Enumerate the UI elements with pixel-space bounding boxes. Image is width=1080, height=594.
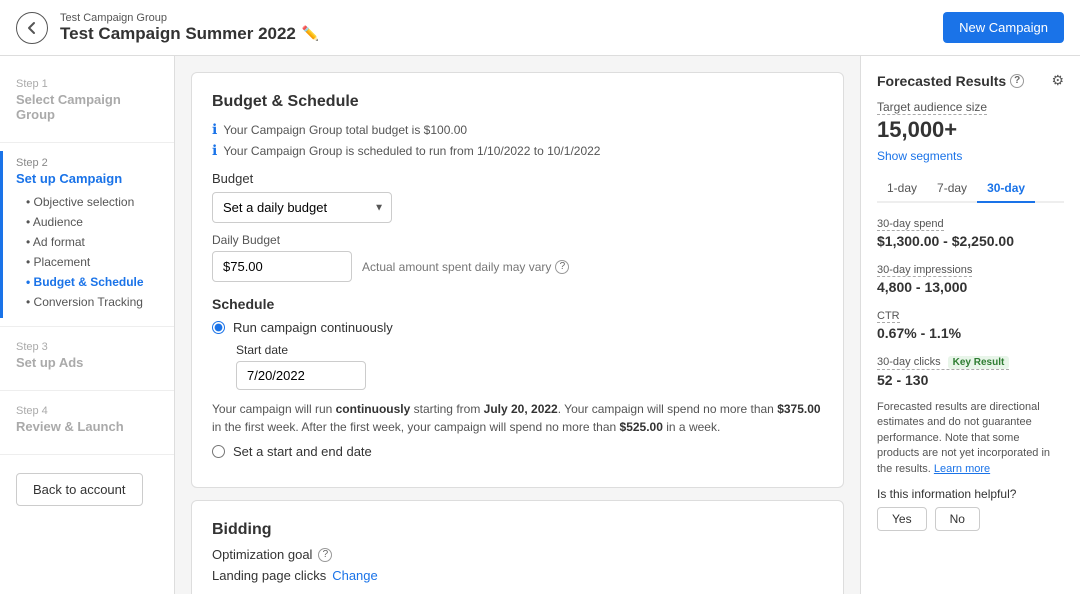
run-continuously-label[interactable]: Run campaign continuously [233, 320, 393, 335]
sidebar-item-placement[interactable]: Placement [26, 252, 158, 272]
helpful-label: Is this information helpful? [877, 487, 1064, 501]
set-start-end-radio[interactable] [212, 445, 225, 458]
daily-budget-note: Actual amount spent daily may vary ? [362, 260, 569, 274]
set-start-end-row: Set a start and end date [212, 444, 823, 459]
forecast-title: Forecasted Results ? [877, 73, 1024, 89]
budget-schedule-card: Budget & Schedule ℹ Your Campaign Group … [191, 72, 844, 488]
budget-select-wrapper: Set a daily budget ▼ [212, 192, 392, 223]
forecast-note: Forecasted results are directional estim… [877, 400, 1064, 477]
forecast-clicks-row: 30-day clicks Key Result 52 - 130 [877, 353, 1064, 388]
info-icon-1: ℹ [212, 121, 217, 138]
forecast-help-icon[interactable]: ? [1010, 74, 1024, 88]
tab-1day[interactable]: 1-day [877, 175, 927, 203]
campaign-group-name: Test Campaign Group [60, 12, 943, 24]
top-nav: Test Campaign Group Test Campaign Summer… [0, 0, 1080, 56]
back-button[interactable] [16, 12, 48, 44]
sidebar-step1: Step 1 Select Campaign Group [0, 72, 174, 134]
run-continuously-row: Run campaign continuously [212, 320, 823, 335]
budget-field-label: Budget [212, 171, 823, 186]
tab-7day[interactable]: 7-day [927, 175, 977, 203]
optimization-help-icon[interactable]: ? [318, 548, 332, 562]
no-button[interactable]: No [935, 507, 980, 531]
sidebar-item-conversion[interactable]: Conversion Tracking [26, 292, 158, 312]
forecast-impressions-label: 30-day impressions [877, 264, 972, 277]
yes-button[interactable]: Yes [877, 507, 927, 531]
run-continuously-radio-group: Run campaign continuously Start date [212, 320, 823, 390]
learn-more-link[interactable]: Learn more [934, 463, 990, 475]
schedule-title: Schedule [212, 296, 823, 312]
campaign-run-info: Your campaign will run continuously star… [212, 400, 823, 436]
forecast-impressions-row: 30-day impressions 4,800 - 13,000 [877, 261, 1064, 295]
daily-budget-input[interactable] [212, 251, 352, 282]
forecast-impressions-value: 4,800 - 13,000 [877, 279, 1064, 295]
main-layout: Step 1 Select Campaign Group Step 2 Set … [0, 56, 1080, 594]
nav-titles: Test Campaign Group Test Campaign Summer… [60, 12, 943, 44]
forecast-clicks-value: 52 - 130 [877, 372, 1064, 388]
target-audience-value: 15,000+ [877, 117, 1064, 143]
budget-schedule-title: Budget & Schedule [212, 93, 823, 111]
sidebar-item-budget[interactable]: Budget & Schedule [26, 272, 158, 292]
forecast-spend-value: $1,300.00 - $2,250.00 [877, 233, 1064, 249]
sidebar-item-adformat[interactable]: Ad format [26, 232, 158, 252]
forecast-clicks-label: 30-day clicks Key Result [877, 356, 1009, 370]
new-campaign-button[interactable]: New Campaign [943, 12, 1064, 43]
sidebar-step4: Step 4 Review & Launch [0, 399, 174, 446]
sidebar-step2: Step 2 Set up Campaign Objective selecti… [0, 151, 174, 318]
tab-30day[interactable]: 30-day [977, 175, 1035, 203]
show-segments-link[interactable]: Show segments [877, 149, 1064, 163]
daily-budget-help-icon[interactable]: ? [555, 260, 569, 274]
key-result-badge: Key Result [948, 356, 1010, 369]
start-date-label: Start date [236, 343, 823, 357]
forecast-ctr-value: 0.67% - 1.1% [877, 325, 1064, 341]
campaign-name: Test Campaign Summer 2022 ✏️ [60, 24, 943, 44]
start-date-input[interactable] [236, 361, 366, 390]
content-area: Budget & Schedule ℹ Your Campaign Group … [175, 56, 860, 594]
run-continuously-radio[interactable] [212, 321, 225, 334]
optimization-goal-row: Optimization goal ? [212, 547, 823, 562]
info-icon-2: ℹ [212, 142, 217, 159]
start-date-section: Start date [236, 343, 823, 390]
sidebar-item-audience[interactable]: Audience [26, 212, 158, 232]
day-tabs: 1-day 7-day 30-day [877, 175, 1064, 203]
helpful-row: Is this information helpful? Yes No [877, 487, 1064, 531]
bidding-card: Bidding Optimization goal ? Landing page… [191, 500, 844, 594]
daily-budget-row: Actual amount spent daily may vary ? [212, 251, 823, 282]
info-row-1: ℹ Your Campaign Group total budget is $1… [212, 121, 823, 138]
sidebar: Step 1 Select Campaign Group Step 2 Set … [0, 56, 175, 594]
helpful-buttons: Yes No [877, 507, 1064, 531]
landing-page-row: Landing page clicks Change [212, 568, 823, 583]
forecast-spend-row: 30-day spend $1,300.00 - $2,250.00 [877, 215, 1064, 249]
forecast-header: Forecasted Results ? ⚙ [877, 72, 1064, 89]
daily-budget-label: Daily Budget [212, 233, 823, 247]
right-panel: Forecasted Results ? ⚙ Target audience s… [860, 56, 1080, 594]
forecast-ctr-label: CTR [877, 310, 900, 323]
sidebar-item-objective[interactable]: Objective selection [26, 192, 158, 212]
forecast-ctr-row: CTR 0.67% - 1.1% [877, 307, 1064, 341]
sidebar-step2-items: Objective selection Audience Ad format P… [16, 192, 158, 312]
info-row-2: ℹ Your Campaign Group is scheduled to ru… [212, 142, 823, 159]
change-link[interactable]: Change [332, 568, 378, 583]
gear-icon[interactable]: ⚙ [1051, 72, 1064, 89]
target-audience-label: Target audience size [877, 100, 987, 115]
set-start-end-label[interactable]: Set a start and end date [233, 444, 372, 459]
back-to-account-button[interactable]: Back to account [16, 473, 143, 506]
edit-icon[interactable]: ✏️ [302, 25, 319, 42]
forecast-spend-label: 30-day spend [877, 218, 944, 231]
bidding-title: Bidding [212, 521, 823, 539]
sidebar-step3: Step 3 Set up Ads [0, 335, 174, 382]
budget-select[interactable]: Set a daily budget [212, 192, 392, 223]
